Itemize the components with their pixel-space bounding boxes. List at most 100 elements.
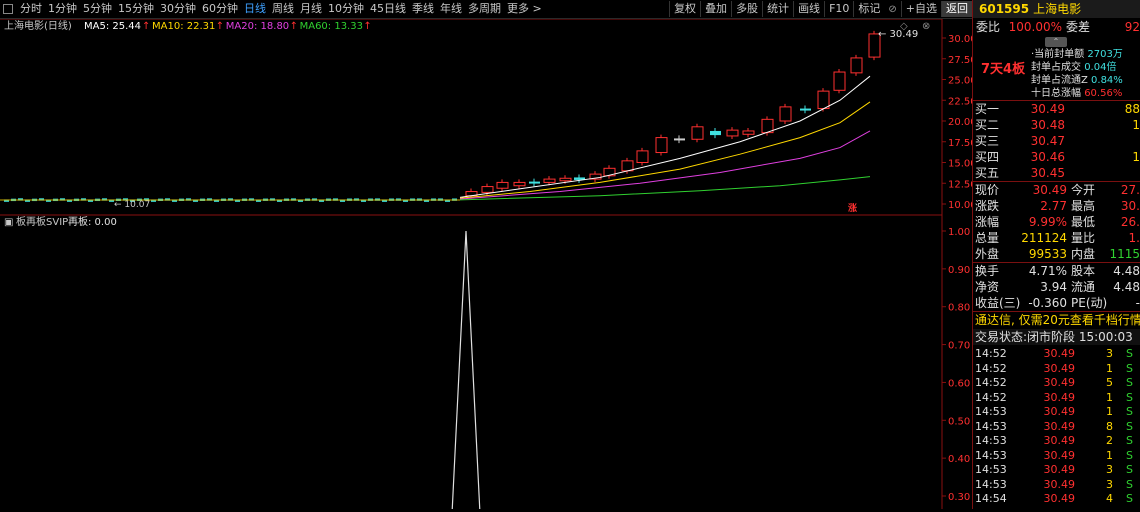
period-tab-1[interactable]: 1分钟 [45, 0, 80, 18]
limit-up-mark: 涨 [848, 202, 858, 214]
toolbar-button-3[interactable]: 统计 [762, 1, 793, 17]
stat-label-2: 流通 [1071, 280, 1096, 294]
candle [481, 186, 494, 193]
period-tab-2[interactable]: 5分钟 [80, 0, 115, 18]
panel-toggle-icon[interactable] [3, 4, 13, 14]
candle [691, 126, 704, 140]
candle [833, 71, 846, 91]
indicator-tick-label: 0.40 [948, 454, 970, 465]
toolbar-button-5[interactable]: F10 [824, 1, 853, 17]
period-tab-8[interactable]: 月线 [297, 0, 325, 18]
toolbar-button-8[interactable]: 返回 [941, 1, 972, 17]
restore-icon[interactable]: ⊘ [884, 4, 900, 15]
buy-orders: 买一 30.49 88 买二 30.48 1 买三 30.47 买四 30.46 1 买五 30.45 [973, 101, 1140, 181]
chart-area: 上海电影(日线) MA5: 25.44 ↑ MA10: 22.31 ↑ MA20: 18.… [0, 18, 977, 512]
seal-label: 十日总涨幅 [1031, 88, 1085, 99]
period-tab-10[interactable]: 45日线 [367, 0, 409, 18]
stat-value: 9.99% [1028, 215, 1067, 229]
tick-row: 14:52 30.49 1 S [973, 362, 1140, 377]
kline-chart[interactable]: 上海电影(日线) MA5: 25.44 ↑ MA10: 22.31 ↑ MA20: 18.… [0, 18, 977, 512]
tick-side: S [1126, 347, 1133, 360]
buy-level-row[interactable]: 买二 30.48 1 [973, 117, 1140, 133]
period-tabs: 分时 1分钟 5分钟 15分钟 30分钟 60分钟 日线 周线 月线 10分钟 45日线 季线 年线 多周… [17, 0, 545, 18]
buy-level-row[interactable]: 买四 30.46 1 [973, 149, 1140, 165]
stat-label-2: 股本 [1071, 264, 1096, 278]
period-tab-14[interactable]: 更多 > [504, 0, 545, 18]
tick-volume: 3 [1106, 347, 1113, 360]
stat-value-2: 26. [1120, 215, 1140, 229]
chart-close-icon[interactable]: ⊗ [922, 21, 930, 32]
toolbar-button-6[interactable]: 标记 [853, 1, 884, 17]
tick-row: 14:52 30.49 1 S [973, 391, 1140, 406]
tick-price: 30.49 [1043, 347, 1076, 360]
tick-row: 14:52 30.49 5 S [973, 376, 1140, 391]
stat-value: -0.360 [1028, 296, 1067, 310]
buy-level-label: 买五 [975, 166, 1000, 180]
period-tab-6[interactable]: 日线 [241, 0, 269, 18]
stat-value-2: 30. [1120, 199, 1140, 213]
price-tick-label: 20.00 [948, 117, 972, 128]
trade-status-value: 闭市阶段 15:00:03 [1027, 330, 1133, 344]
candle [559, 177, 572, 182]
seal-value: 0.04倍 [1084, 62, 1117, 73]
low-price-label: ← 10.07 [114, 200, 150, 210]
toolbar-button-0[interactable]: 复权 [669, 1, 700, 17]
candle [742, 130, 755, 135]
period-tab-3[interactable]: 15分钟 [115, 0, 157, 18]
period-tab-0[interactable]: 分时 [17, 0, 45, 18]
toolbar-button-2[interactable]: 多股 [731, 1, 762, 17]
seal-value: 60.56% [1084, 88, 1123, 99]
toolbar-button-7[interactable]: +自选 [900, 1, 941, 17]
weibi-row: 委比 100.00% 委差 92 [973, 18, 1140, 36]
ma-label-2: MA20: 18.80 [226, 21, 289, 32]
stat-label-2: 最低 [1071, 215, 1096, 229]
quote-panel: 601595 上海电影 委比 100.00% 委差 92 ⌃ 7天4板 ·当前封单… [972, 0, 1140, 509]
buy-price: 30.48 [1030, 118, 1065, 132]
period-tab-5[interactable]: 60分钟 [199, 0, 241, 18]
tick-side: S [1126, 390, 1133, 404]
period-tab-13[interactable]: 多周期 [465, 0, 504, 18]
tick-time: 14:52 [975, 376, 1007, 389]
candle [800, 108, 811, 111]
buy-volume [1065, 133, 1140, 149]
candle [674, 138, 685, 141]
price-tick-label: 30.00 [948, 34, 972, 45]
period-tab-4[interactable]: 30分钟 [157, 0, 199, 18]
period-tab-12[interactable]: 年线 [437, 0, 465, 18]
candle [543, 178, 556, 183]
collapse-button[interactable]: ⌃ [1045, 37, 1067, 47]
tick-time: 14:53 [975, 419, 1007, 433]
period-tab-9[interactable]: 10分钟 [325, 0, 367, 18]
buy-level-row[interactable]: 买一 30.49 88 [973, 101, 1140, 117]
weibi-label: 委比 [976, 20, 1001, 34]
seal-row: 封单占流通Z 0.84% [1031, 74, 1123, 87]
toolbar-button-1[interactable]: 叠加 [700, 1, 731, 17]
stat-row: 涨幅 9.99% 最低 26. [973, 214, 1140, 230]
upgrade-ad[interactable]: 通达信, 仅需20元查看千档行情 [973, 312, 1140, 329]
candle [850, 57, 863, 74]
trade-status: 交易状态:闭市阶段 15:00:03 [973, 329, 1140, 345]
buy-level-row[interactable]: 买五 30.45 [973, 165, 1140, 181]
tick-side: S [1126, 492, 1133, 505]
stat-label: 净资 [975, 280, 1000, 294]
trade-status-label: 交易状态: [975, 330, 1028, 344]
tick-volume: 1 [1106, 390, 1113, 404]
seal-label: 封单占流通Z [1031, 75, 1092, 86]
stat-row: 涨跌 2.77 最高 30. [973, 198, 1140, 214]
tick-row: 14:53 30.49 8 S [973, 420, 1140, 435]
seal-label: ·当前封单额 [1031, 49, 1088, 60]
tick-list[interactable]: 14:52 30.49 3 S 14:52 30.49 1 S 14:52 30.49 5 S 14:5… [973, 345, 1140, 509]
tick-row: 14:52 30.49 3 S [973, 347, 1140, 362]
indicator-toggle-icon[interactable]: ▣ [4, 217, 13, 228]
tick-row: 14:53 30.49 3 S [973, 478, 1140, 493]
buy-level-row[interactable]: 买三 30.47 [973, 133, 1140, 149]
toolbar-button-4[interactable]: 画线 [793, 1, 824, 17]
tick-time: 14:53 [975, 463, 1007, 476]
tick-time: 14:53 [975, 448, 1007, 462]
seal-value: 2703万 [1087, 49, 1123, 60]
tick-side: S [1126, 448, 1133, 462]
period-tab-11[interactable]: 季线 [409, 0, 437, 18]
toolbar-actions: 复权 叠加 多股 统计 画线 F10 标记 ⊘ +自选 返回 [669, 0, 972, 18]
period-tab-7[interactable]: 周线 [269, 0, 297, 18]
tick-time: 14:52 [975, 347, 1007, 360]
